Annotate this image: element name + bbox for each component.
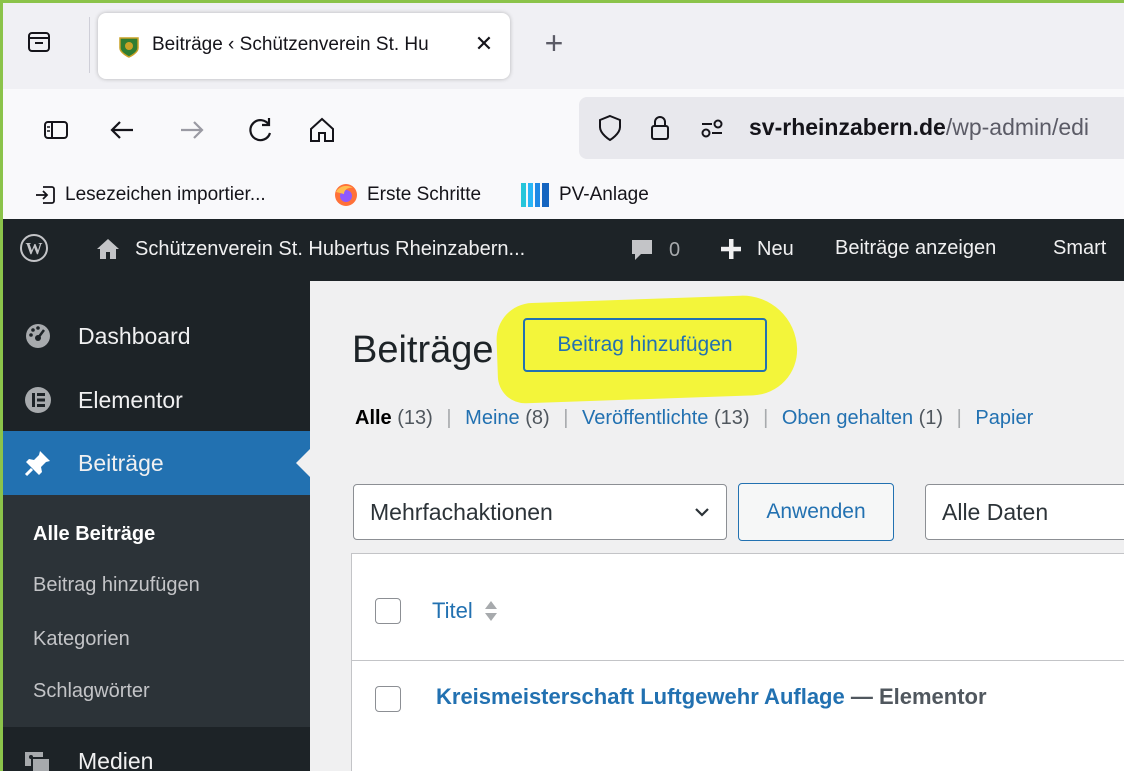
- posts-table: Titel Kreismeisterschaft Luftgewehr Aufl…: [351, 553, 1124, 771]
- site-name-link[interactable]: Schützenverein St. Hubertus Rheinzabern.…: [95, 237, 525, 261]
- site-favicon-icon: [118, 36, 140, 58]
- post-title-link[interactable]: Kreismeisterschaft Luftgewehr Auflage: [436, 684, 845, 709]
- bookmark-import[interactable]: Lesezeichen importier...: [33, 181, 266, 209]
- wp-admin-bar: W Schützenverein St. Hubertus Rheinzaber…: [3, 219, 1124, 281]
- smart-link[interactable]: Smart: [1053, 237, 1106, 260]
- new-content-link[interactable]: Neu: [719, 237, 794, 261]
- svg-text:W: W: [26, 239, 43, 258]
- page-title: Beiträge: [352, 329, 494, 371]
- pv-anlage-icon: [521, 183, 549, 207]
- select-all-checkbox[interactable]: [375, 598, 401, 624]
- sidebar-item-label: Beiträge: [78, 449, 164, 476]
- tab-close-icon[interactable]: ✕: [471, 29, 497, 59]
- row-checkbox[interactable]: [375, 686, 401, 712]
- new-tab-button[interactable]: +: [539, 27, 569, 59]
- filter-mine[interactable]: Meine: [465, 407, 519, 429]
- filter-published-count: (13): [713, 407, 750, 429]
- submenu-beitraege: Alle Beiträge Beitrag hinzufügen Kategor…: [3, 495, 310, 727]
- bookmark-pv-anlage[interactable]: PV-Anlage: [521, 181, 649, 209]
- lock-icon[interactable]: [645, 113, 675, 143]
- column-title-label: Titel: [432, 598, 473, 623]
- filter-mine-count: (8): [525, 407, 550, 429]
- bulk-actions-select[interactable]: Mehrfachaktionen: [353, 484, 727, 540]
- url-domain: sv-rheinzabern.de: [749, 114, 946, 140]
- filter-published[interactable]: Veröffentlichte: [582, 407, 708, 429]
- reload-icon[interactable]: [243, 113, 277, 147]
- site-name: Schützenverein St. Hubertus Rheinzabern.…: [135, 237, 526, 260]
- table-row: Kreismeisterschaft Luftgewehr Auflage — …: [436, 684, 987, 710]
- elementor-icon: [23, 385, 53, 415]
- filter-all-count: (13): [397, 407, 433, 429]
- submenu-categories[interactable]: Kategorien: [33, 628, 130, 651]
- back-arrow-icon[interactable]: [105, 113, 139, 147]
- tab-list-icon[interactable]: [25, 27, 53, 55]
- submenu-tags[interactable]: Schlagwörter: [33, 680, 150, 703]
- active-indicator: [296, 449, 310, 477]
- filter-separator: |: [956, 407, 962, 429]
- bookmarks-toolbar: Lesezeichen importier... Erste Schritte …: [3, 171, 1124, 219]
- home-icon[interactable]: [305, 113, 339, 147]
- date-filter-select[interactable]: Alle Daten: [925, 484, 1124, 540]
- url-text[interactable]: sv-rheinzabern.de/wp-admin/edi: [749, 114, 1089, 141]
- sidebar-item-beitraege[interactable]: Beiträge: [3, 431, 310, 495]
- filter-trash[interactable]: Papier: [975, 407, 1033, 429]
- column-title-header[interactable]: Titel: [432, 598, 499, 624]
- new-label: Neu: [757, 237, 794, 260]
- permissions-icon[interactable]: [697, 113, 727, 143]
- comments-link[interactable]: 0: [629, 237, 680, 263]
- filter-sticky-count: (1): [918, 407, 944, 429]
- plus-icon: [721, 239, 741, 259]
- view-posts-link[interactable]: Beiträge anzeigen: [835, 237, 996, 260]
- apply-button[interactable]: Anwenden: [738, 483, 894, 541]
- pushpin-icon: [23, 448, 53, 478]
- browser-window: Beiträge ‹ Schützenverein St. Hu ✕ + sv-…: [0, 0, 1124, 771]
- sidebar-item-medien[interactable]: Medien: [3, 729, 310, 771]
- chevron-down-icon: [695, 508, 709, 517]
- sort-arrows-icon: [484, 601, 497, 621]
- dashboard-gauge-icon: [23, 321, 53, 351]
- submenu-all-posts[interactable]: Alle Beiträge: [33, 523, 155, 546]
- bookmark-label: Lesezeichen importier...: [65, 184, 266, 205]
- filter-separator: |: [563, 407, 569, 429]
- sidebar-toggle-icon[interactable]: [39, 113, 73, 147]
- filter-sticky[interactable]: Oben gehalten: [782, 407, 913, 429]
- tab-strip: Beiträge ‹ Schützenverein St. Hu ✕ +: [3, 3, 1124, 89]
- filter-separator: |: [446, 407, 452, 429]
- main-content: Beiträge Beitrag hinzufügen Alle (13) | …: [310, 281, 1124, 771]
- tab-title: Beiträge ‹ Schützenverein St. Hu: [152, 34, 429, 55]
- post-status-filters: Alle (13) | Meine (8) | Veröffentlichte …: [355, 407, 1033, 430]
- filter-separator: |: [763, 407, 769, 429]
- filter-all[interactable]: Alle: [355, 407, 392, 429]
- bookmark-first-steps[interactable]: Erste Schritte: [333, 181, 481, 209]
- url-path: /wp-admin/edi: [945, 114, 1090, 140]
- submenu-add-post[interactable]: Beitrag hinzufügen: [33, 574, 200, 597]
- sidebar-item-elementor[interactable]: Elementor: [3, 368, 310, 432]
- sidebar-item-label: Dashboard: [78, 322, 191, 349]
- url-bar[interactable]: sv-rheinzabern.de/wp-admin/edi: [579, 97, 1124, 159]
- home-icon: [97, 239, 119, 259]
- sidebar-item-label: Medien: [78, 747, 154, 771]
- post-state: — Elementor: [844, 684, 987, 709]
- tracking-shield-icon[interactable]: [595, 113, 625, 143]
- comments-count: 0: [669, 238, 681, 261]
- nav-bar: sv-rheinzabern.de/wp-admin/edi: [3, 89, 1124, 171]
- firefox-icon: [335, 184, 357, 206]
- add-new-post-button[interactable]: Beitrag hinzufügen: [523, 318, 767, 372]
- tab-separator: [89, 17, 90, 73]
- sidebar-item-dashboard[interactable]: Dashboard: [3, 304, 310, 368]
- date-filter-value: Alle Daten: [942, 498, 1049, 525]
- comment-bubble-icon: [632, 240, 652, 260]
- forward-arrow-icon[interactable]: [175, 113, 209, 147]
- bulk-actions-value: Mehrfachaktionen: [370, 498, 553, 525]
- bookmark-label: PV-Anlage: [559, 184, 649, 205]
- admin-sidebar: Dashboard Elementor Beiträge Alle Beiträ…: [3, 281, 310, 771]
- bookmark-label: Erste Schritte: [367, 184, 482, 205]
- table-header: Titel: [352, 554, 1124, 661]
- wordpress-logo-icon[interactable]: W: [19, 233, 49, 263]
- media-icon: [23, 746, 53, 771]
- sidebar-item-label: Elementor: [78, 386, 183, 413]
- import-icon: [36, 186, 55, 204]
- tab-active[interactable]: Beiträge ‹ Schützenverein St. Hu ✕: [98, 13, 510, 79]
